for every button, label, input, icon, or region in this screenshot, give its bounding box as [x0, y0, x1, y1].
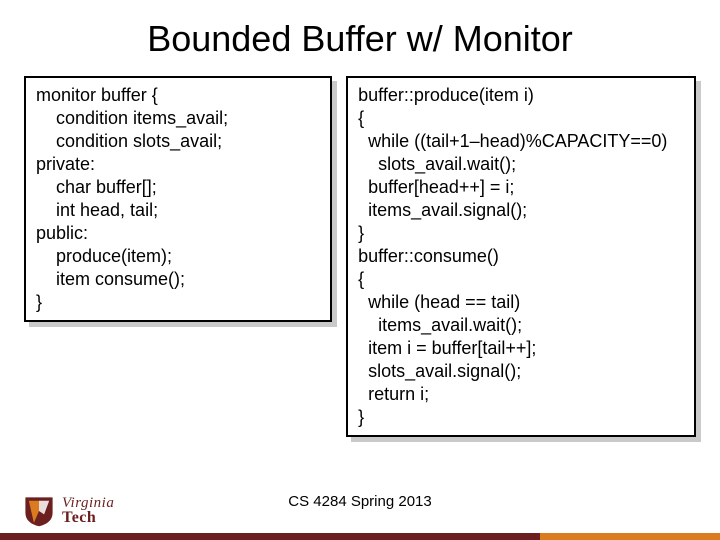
- code-box-right: buffer::produce(item i) { while ((tail+1…: [346, 76, 696, 437]
- code-right: buffer::produce(item i) { while ((tail+1…: [358, 84, 684, 429]
- vt-logo: Virginia Tech: [22, 494, 114, 528]
- slide-title: Bounded Buffer w/ Monitor: [0, 0, 720, 60]
- vt-shield-icon: [22, 494, 56, 528]
- code-box-right-wrap: buffer::produce(item i) { while ((tail+1…: [346, 76, 696, 437]
- code-box-left-wrap: monitor buffer { condition items_avail; …: [24, 76, 332, 322]
- code-box-left: monitor buffer { condition items_avail; …: [24, 76, 332, 322]
- code-columns: monitor buffer { condition items_avail; …: [0, 60, 720, 437]
- footer-stripe: [0, 533, 720, 540]
- vt-line2: Tech: [62, 510, 114, 526]
- vt-wordmark: Virginia Tech: [62, 496, 114, 526]
- code-left: monitor buffer { condition items_avail; …: [36, 84, 320, 314]
- stripe-orange: [540, 533, 720, 540]
- stripe-maroon: [0, 533, 540, 540]
